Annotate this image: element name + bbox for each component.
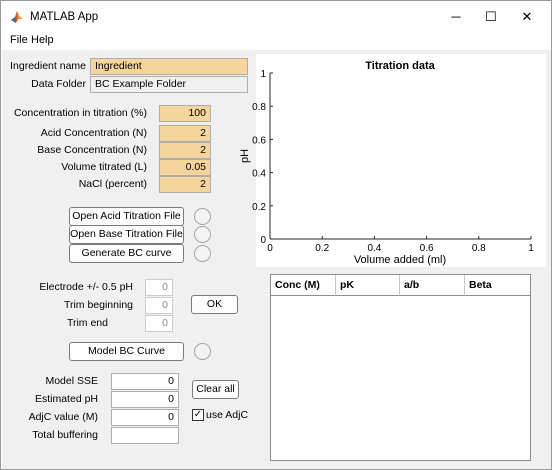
x-tick-label: 0.8 — [472, 243, 486, 254]
app-window: MATLAB App ─ ☐ ✕ File Help Ingredient na… — [0, 0, 552, 470]
x-tick-label: 0.4 — [367, 243, 381, 254]
x-axis-label: Volume added (ml) — [354, 254, 446, 266]
y-tick-label: 0 — [260, 235, 266, 246]
y-tick-label: 0.6 — [252, 135, 266, 146]
x-tick-label: 1 — [528, 243, 534, 254]
column-header-pk[interactable]: pK — [336, 275, 400, 296]
results-table[interactable]: Conc (M) pK a/b Beta — [270, 274, 531, 461]
chart-title: Titration data — [365, 60, 435, 72]
y-tick-label: 0.2 — [252, 202, 266, 213]
y-tick-label: 1 — [260, 69, 266, 80]
x-tick-label: 0.2 — [315, 243, 329, 254]
y-tick-label: 0.4 — [252, 169, 266, 180]
y-tick-label: 0.8 — [252, 102, 266, 113]
x-tick-label: 0.6 — [420, 243, 434, 254]
column-header-ab[interactable]: a/b — [400, 275, 465, 296]
column-header-conc[interactable]: Conc (M) — [271, 275, 336, 296]
column-header-beta[interactable]: Beta — [465, 275, 530, 296]
y-axis-label: pH — [239, 149, 251, 163]
x-tick-label: 0 — [267, 243, 273, 254]
